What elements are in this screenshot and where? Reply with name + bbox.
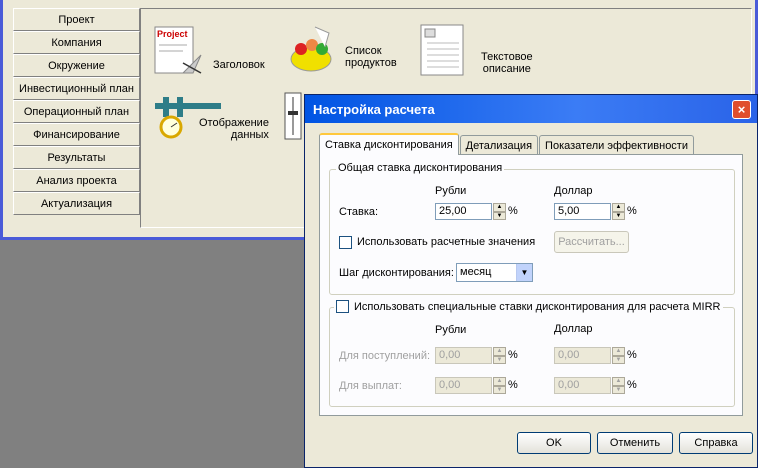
- payment-usd-input[interactable]: 0,00: [554, 377, 611, 394]
- sidebar-item-operational-plan[interactable]: Операционный план: [13, 100, 140, 123]
- calc-settings-dialog: Настройка расчета × Ставка дисконтирован…: [304, 94, 758, 468]
- cancel-button[interactable]: Отменить: [597, 432, 673, 454]
- module-display-label-2: данных: [230, 129, 269, 141]
- income-usd-input[interactable]: 0,00: [554, 347, 611, 364]
- use-calc-values-checkbox[interactable]: [339, 236, 352, 249]
- spin-up-icon[interactable]: ▲: [612, 377, 625, 386]
- help-button[interactable]: Справка: [679, 432, 753, 454]
- ok-button[interactable]: OK: [517, 432, 591, 454]
- general-rate-group: Общая ставка дисконтирования Рубли Долла…: [329, 162, 735, 295]
- payment-rub-input[interactable]: 0,00: [435, 377, 492, 394]
- fruit-basket-icon: [290, 26, 332, 72]
- module-text-description[interactable]: Текстовое описание: [419, 23, 533, 77]
- sidebar-item-actualization[interactable]: Актуализация: [13, 192, 140, 215]
- mirr-column-header-usd: Доллар: [554, 323, 593, 335]
- chevron-down-icon[interactable]: ▼: [516, 264, 532, 281]
- payment-rub-stepper[interactable]: 0,00 ▲ ▼ %: [435, 377, 518, 394]
- module-display-label-1: Отображение: [199, 117, 269, 129]
- tab-discount-rate[interactable]: Ставка дисконтирования: [319, 133, 459, 155]
- tab-detailing[interactable]: Детализация: [459, 135, 539, 155]
- module-text-label-2: описание: [482, 63, 531, 75]
- module-products[interactable]: Список продуктов: [285, 23, 397, 75]
- close-icon[interactable]: ×: [732, 100, 751, 119]
- spin-up-icon[interactable]: ▲: [612, 347, 625, 356]
- rate-label: Ставка:: [339, 206, 379, 218]
- income-label: Для поступлений:: [339, 350, 431, 362]
- rate-usd-stepper[interactable]: 5,00 ▲ ▼ %: [554, 203, 637, 220]
- module-data-display[interactable]: Отображение данных: [153, 93, 269, 143]
- rate-rub-input[interactable]: 25,00: [435, 203, 492, 220]
- percent-sign: %: [508, 379, 518, 391]
- spin-down-icon[interactable]: ▼: [612, 385, 625, 394]
- spin-up-icon[interactable]: ▲: [493, 203, 506, 212]
- project-document-icon: Project: [154, 26, 202, 74]
- percent-sign: %: [627, 379, 637, 391]
- calculate-button[interactable]: Рассчитать...: [554, 231, 629, 253]
- sidebar-item-investment-plan[interactable]: Инвестиционный план: [13, 77, 140, 100]
- sidebar-item-project[interactable]: Проект: [13, 8, 140, 31]
- income-usd-stepper[interactable]: 0,00 ▲ ▼ %: [554, 347, 637, 364]
- mirr-checkbox[interactable]: [336, 300, 349, 313]
- income-rub-stepper[interactable]: 0,00 ▲ ▼ %: [435, 347, 518, 364]
- dialog-titlebar: Настройка расчета: [305, 95, 757, 123]
- module-products-label-2: продуктов: [345, 57, 397, 69]
- tab-panel: Общая ставка дисконтирования Рубли Долла…: [319, 154, 743, 416]
- income-rub-input[interactable]: 0,00: [435, 347, 492, 364]
- percent-sign: %: [508, 205, 518, 217]
- module-products-label-1: Список: [345, 45, 382, 57]
- tab-efficiency-indicators[interactable]: Показатели эффективности: [539, 135, 694, 155]
- sidebar-item-environment[interactable]: Окружение: [13, 54, 140, 77]
- text-document-icon: [420, 24, 464, 76]
- payment-usd-stepper[interactable]: 0,00 ▲ ▼ %: [554, 377, 637, 394]
- rate-rub-stepper[interactable]: 25,00 ▲ ▼ %: [435, 203, 518, 220]
- spin-up-icon[interactable]: ▲: [612, 203, 625, 212]
- sidebar-item-company[interactable]: Компания: [13, 31, 140, 54]
- rate-usd-input[interactable]: 5,00: [554, 203, 611, 220]
- svg-text:Project: Project: [157, 29, 188, 39]
- sidebar-nav: Проект Компания Окружение Инвестиционный…: [13, 8, 140, 215]
- step-label: Шаг дисконтирования:: [339, 267, 454, 279]
- mirr-group: Использовать специальные ставки дисконти…: [329, 300, 735, 407]
- percent-sign: %: [627, 205, 637, 217]
- module-title[interactable]: Project Заголовок: [153, 25, 265, 75]
- window-border: [0, 0, 3, 240]
- sidebar-item-financing[interactable]: Финансирование: [13, 123, 140, 146]
- spin-up-icon[interactable]: ▲: [493, 347, 506, 356]
- spin-down-icon[interactable]: ▼: [493, 385, 506, 394]
- payment-label: Для выплат:: [339, 380, 402, 392]
- module-title-label: Заголовок: [213, 59, 265, 71]
- tab-strip: Ставка дисконтирования Детализация Показ…: [319, 133, 695, 155]
- module-text-label-1: Текстовое: [481, 51, 533, 63]
- step-select[interactable]: месяц ▼: [456, 263, 533, 282]
- mirr-group-title: Использовать специальные ставки дисконти…: [334, 300, 723, 313]
- step-select-value: месяц: [460, 266, 492, 278]
- spin-down-icon[interactable]: ▼: [612, 355, 625, 364]
- column-header-rub: Рубли: [435, 185, 467, 197]
- column-header-usd: Доллар: [554, 185, 593, 197]
- mirr-checkbox-label: Использовать специальные ставки дисконти…: [354, 300, 721, 313]
- spin-down-icon[interactable]: ▼: [612, 211, 625, 220]
- spin-down-icon[interactable]: ▼: [493, 355, 506, 364]
- general-rate-group-title: Общая ставка дисконтирования: [336, 162, 505, 174]
- slider-module-icon[interactable]: [283, 91, 303, 144]
- percent-sign: %: [508, 349, 518, 361]
- spin-up-icon[interactable]: ▲: [493, 377, 506, 386]
- dialog-title: Настройка расчета: [313, 101, 435, 117]
- use-calc-values-label: Использовать расчетные значения: [357, 236, 536, 248]
- percent-sign: %: [627, 349, 637, 361]
- sidebar-item-project-analysis[interactable]: Анализ проекта: [13, 169, 140, 192]
- mirr-column-header-rub: Рубли: [435, 324, 467, 336]
- spin-down-icon[interactable]: ▼: [493, 211, 506, 220]
- sidebar-item-results[interactable]: Результаты: [13, 146, 140, 169]
